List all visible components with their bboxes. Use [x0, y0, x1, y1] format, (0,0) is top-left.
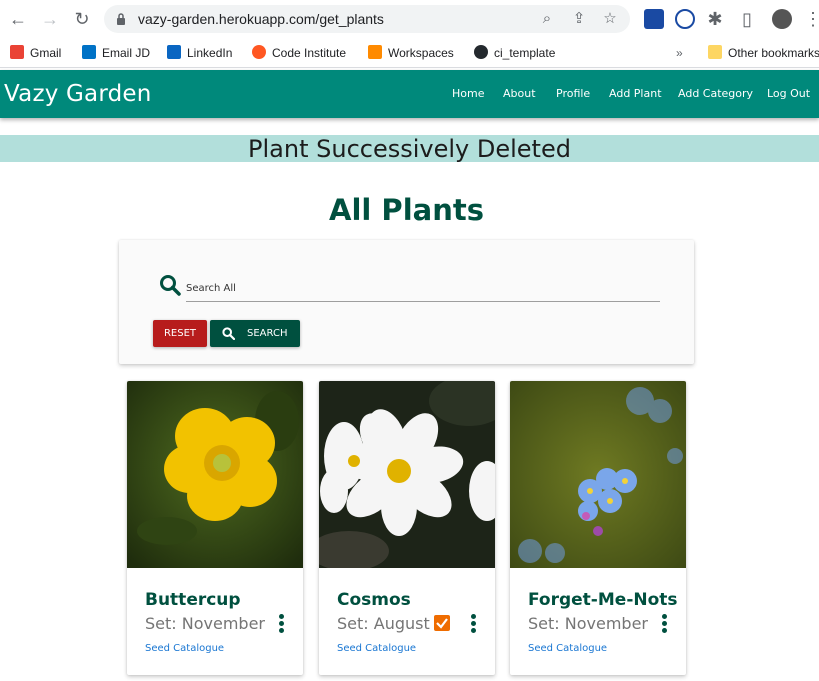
reset-button[interactable]: RESET — [153, 320, 207, 347]
search-panel: RESET SEARCH — [119, 240, 694, 364]
linkedin-icon — [167, 45, 181, 59]
back-arrow-icon[interactable]: ← — [8, 9, 28, 29]
forward-arrow-icon[interactable]: → — [40, 9, 60, 29]
nav-profile[interactable]: Profile — [556, 87, 590, 100]
address-bar[interactable]: vazy-garden.herokuapp.com/get_plants ⌕ ⇪… — [104, 5, 630, 33]
bookmark-star-icon[interactable]: ☆ — [601, 10, 619, 28]
more-vertical-icon[interactable] — [277, 614, 285, 634]
bookmark-other-folder[interactable]: Other bookmarks — [708, 44, 819, 62]
bookmarks-bar: Gmail Email JD LinkedIn Code Institute W… — [0, 38, 819, 68]
flash-message: Plant Successively Deleted — [0, 135, 819, 163]
plant-image-cosmos[interactable] — [319, 381, 495, 568]
plant-set-month: Set: November — [145, 614, 265, 633]
plant-image-forget-me-nots[interactable] — [510, 381, 686, 568]
search-input[interactable] — [186, 276, 660, 302]
zoom-icon[interactable]: ⌕ — [538, 10, 556, 28]
search-icon — [222, 327, 235, 340]
bookmarks-overflow[interactable]: » — [676, 44, 683, 62]
nav-home[interactable]: Home — [452, 87, 484, 100]
plant-name: Forget-Me-Nots — [528, 590, 678, 610]
folder-icon — [708, 45, 722, 59]
plant-card: Forget-Me-Nots Set: November Seed Catalo… — [510, 381, 686, 675]
site-navbar: Vazy Garden Home About Profile Add Plant… — [0, 70, 819, 118]
search-button-label: SEARCH — [247, 328, 288, 339]
reload-icon[interactable]: ↻ — [72, 9, 92, 29]
plant-card: Cosmos Set: August Seed Catalogue — [319, 381, 495, 675]
nav-add-plant[interactable]: Add Plant — [609, 87, 662, 100]
checkbox-checked-icon[interactable] — [433, 615, 450, 631]
bookmark-linkedin[interactable]: LinkedIn — [167, 44, 232, 62]
bookmark-email-jd[interactable]: Email JD — [82, 44, 150, 62]
share-icon[interactable]: ⇪ — [570, 10, 588, 28]
seed-catalogue-link[interactable]: Seed Catalogue — [145, 643, 224, 654]
lock-icon — [117, 13, 125, 25]
plant-set-month: Set: November — [528, 614, 648, 633]
bookmark-workspaces[interactable]: Workspaces — [368, 44, 454, 62]
more-vertical-icon[interactable] — [469, 614, 477, 634]
seed-catalogue-link[interactable]: Seed Catalogue — [337, 643, 416, 654]
extensions-puzzle-icon[interactable]: ✱ — [705, 9, 725, 29]
nav-add-category[interactable]: Add Category — [678, 87, 753, 100]
browser-toolbar: ← → ↻ vazy-garden.herokuapp.com/get_plan… — [0, 0, 819, 38]
outlook-icon — [82, 45, 96, 59]
plant-image-buttercup[interactable] — [127, 381, 303, 568]
nav-log-out[interactable]: Log Out — [767, 87, 810, 100]
extension-password-icon[interactable] — [675, 9, 695, 29]
seed-catalogue-link[interactable]: Seed Catalogue — [528, 643, 607, 654]
side-panel-icon[interactable]: ▯ — [737, 9, 757, 29]
profile-avatar[interactable] — [772, 9, 792, 29]
plant-name: Buttercup — [145, 590, 241, 610]
code-institute-icon — [252, 45, 266, 59]
menu-kebab-icon[interactable]: ⋮ — [803, 9, 819, 29]
plant-set-month: Set: August — [337, 614, 450, 633]
gmail-icon — [10, 45, 24, 59]
more-vertical-icon[interactable] — [660, 614, 668, 634]
nav-about[interactable]: About — [503, 87, 536, 100]
search-icon — [160, 275, 181, 296]
brand-logo[interactable]: Vazy Garden — [4, 81, 152, 107]
bookmark-gmail[interactable]: Gmail — [10, 44, 61, 62]
gitpod-icon — [368, 45, 382, 59]
bookmark-ci-template[interactable]: ci_template — [474, 44, 555, 62]
bookmark-code-institute[interactable]: Code Institute — [252, 44, 346, 62]
plant-card: Buttercup Set: November Seed Catalogue — [127, 381, 303, 675]
search-button[interactable]: SEARCH — [210, 320, 300, 347]
plant-name: Cosmos — [337, 590, 411, 610]
github-icon — [474, 45, 488, 59]
extension-shield-icon[interactable] — [644, 9, 664, 29]
url-text[interactable]: vazy-garden.herokuapp.com/get_plants — [138, 11, 384, 27]
page-title: All Plants — [329, 193, 484, 227]
